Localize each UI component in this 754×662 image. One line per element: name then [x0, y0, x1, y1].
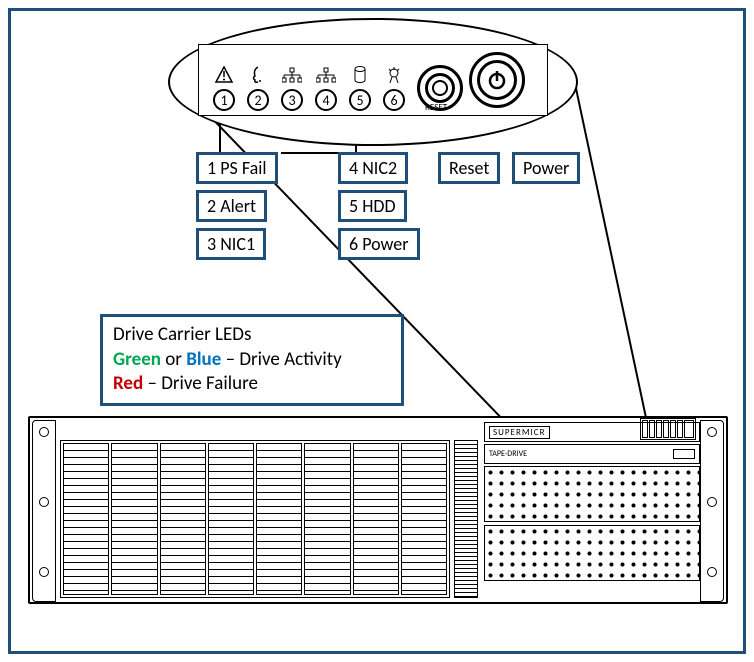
- rack-ear-right: [700, 420, 724, 602]
- callout-6-power: 6 Power: [338, 228, 420, 260]
- led-6: 6: [377, 65, 411, 111]
- led-2: 2: [241, 65, 275, 111]
- led-3: 3: [275, 65, 309, 111]
- drive-carrier[interactable]: [401, 443, 447, 595]
- psfail-icon: [215, 65, 233, 85]
- infobox-failure-line: Red – Drive Failure: [113, 372, 391, 397]
- led-4: 4: [309, 65, 343, 111]
- infobox-green: Green: [113, 348, 161, 371]
- drive-carrier[interactable]: [304, 443, 350, 595]
- drive-carrier[interactable]: [353, 443, 399, 595]
- drive-carrier[interactable]: [208, 443, 254, 595]
- callout-power: Power: [512, 152, 580, 184]
- drive-carrier[interactable]: [256, 443, 302, 595]
- callout-1-psfail: 1 PS Fail: [196, 152, 278, 184]
- led-1: 1: [207, 65, 241, 111]
- leader-1b: [281, 152, 325, 154]
- tape-label: TAPE-DRIVE: [489, 449, 527, 459]
- power-icon: [486, 69, 508, 91]
- rack-ear-left: [32, 420, 56, 602]
- slim-slot: [454, 440, 478, 598]
- infobox-activity-line: Green or Blue – Drive Activity: [113, 348, 391, 373]
- nic2-icon: [316, 65, 336, 85]
- reset-button-wrap: RESET: [411, 65, 463, 111]
- drive-carrier[interactable]: [63, 443, 109, 595]
- power-button[interactable]: [469, 52, 525, 108]
- drive-carrier[interactable]: [160, 443, 206, 595]
- hdd-icon: [354, 65, 366, 85]
- vent-grid-upper: [484, 466, 700, 522]
- led-3-number: 3: [281, 89, 303, 111]
- front-panel-location: [640, 418, 696, 440]
- led-4-number: 4: [315, 89, 337, 111]
- powerled-icon: [387, 65, 401, 85]
- infobox-or: or: [161, 348, 186, 371]
- tape-slot-icon: [673, 449, 695, 459]
- callout-5-hdd: 5 HDD: [338, 190, 407, 222]
- alert-icon: [251, 65, 265, 85]
- right-module-stack: SUPERMICR TAPE-DRIVE: [484, 422, 700, 600]
- callout-4-nic2: 4 NIC2: [338, 152, 408, 184]
- callout-reset: Reset: [438, 152, 500, 184]
- reset-label: RESET: [425, 102, 447, 113]
- server-chassis: SUPERMICR TAPE-DRIVE: [28, 416, 728, 604]
- infobox-failure: – Drive Failure: [143, 372, 258, 395]
- infobox-title: Drive Carrier LEDs: [113, 323, 391, 348]
- led-1-number: 1: [213, 89, 235, 111]
- led-2-number: 2: [247, 89, 269, 111]
- tape-drive-row: TAPE-DRIVE: [484, 444, 700, 464]
- brand-label: SUPERMICR: [489, 426, 550, 439]
- infobox-blue: Blue: [186, 348, 221, 371]
- led-5: 5: [343, 65, 377, 111]
- led-6-number: 6: [383, 89, 405, 111]
- vent-grid-lower: [484, 525, 700, 581]
- nic1-icon: [282, 65, 302, 85]
- callout-3-nic1: 3 NIC1: [196, 228, 266, 260]
- infobox-red: Red: [113, 372, 143, 395]
- drive-carrier[interactable]: [111, 443, 157, 595]
- callout-2-alert: 2 Alert: [196, 190, 267, 222]
- drive-led-infobox: Drive Carrier LEDs Green or Blue – Drive…: [100, 314, 404, 406]
- front-panel-inset: 1 2 3 4 5 6 RESET: [198, 44, 548, 116]
- infobox-activity: – Drive Activity: [221, 348, 341, 371]
- drive-bay: [60, 440, 450, 598]
- led-5-number: 5: [349, 89, 371, 111]
